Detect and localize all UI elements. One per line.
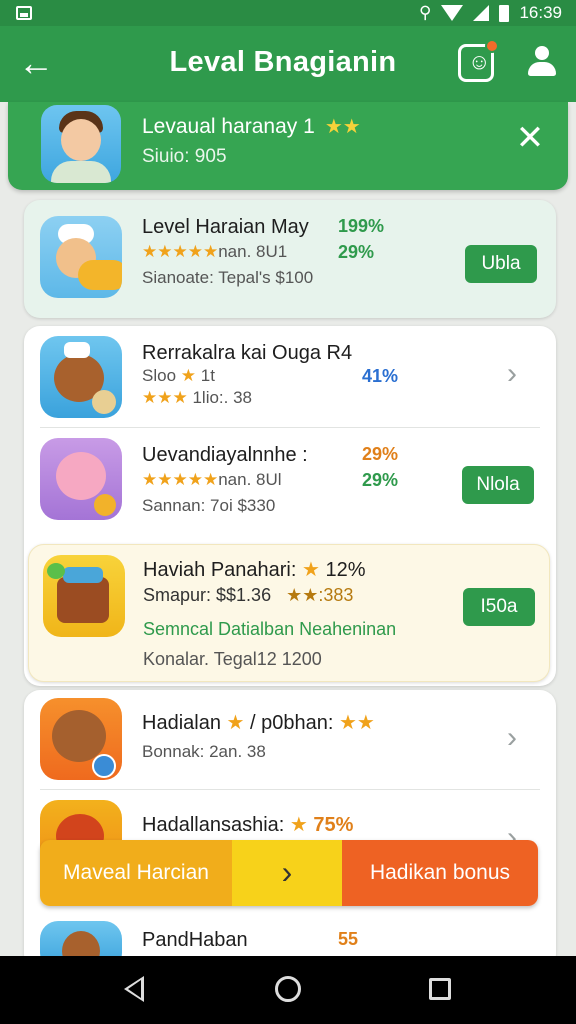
item-price-line: Smapur: $$1.36 ★★:383	[143, 585, 353, 606]
star-icon: ★★★★★	[142, 470, 219, 489]
star-icon: ★★★★★	[142, 242, 219, 261]
list-item[interactable]: Uevandiayalnnhe : 29% ★★★★★nan. 8Ul 29% …	[24, 430, 556, 540]
avatar	[41, 105, 121, 183]
rewards-icon[interactable]	[458, 39, 499, 82]
featured-card[interactable]: Level Haraian May 199% ★★★★★nan. 8U1 29%…	[24, 200, 556, 318]
list-item[interactable]: Rerrakalra kai Ouga R4 Sloo ★ 1t 41% ★★★…	[24, 326, 556, 430]
item-price-line: Sannan: 7oi $330	[142, 496, 276, 515]
item-title: Hadialan ★ / p0bhan: ★★	[142, 710, 375, 735]
highlight-action-button[interactable]: I50a	[463, 588, 535, 626]
item-subtitle: Bonnak: 2an. 38	[142, 742, 266, 761]
chevron-right-icon[interactable]: ›	[507, 723, 531, 754]
item-description: Semncal Datialban Neaheninan	[143, 619, 397, 639]
item-percent-secondary: 29%	[362, 470, 399, 490]
item-title: Haviah Panahari: ★ 12%	[143, 557, 366, 582]
divider	[40, 427, 540, 428]
item-rating-text: nan. 8U1	[218, 242, 288, 261]
nav-back-icon[interactable]	[124, 976, 144, 1002]
highlight-price-text: Smapur: $$1.36	[143, 585, 272, 605]
star-icon: ★	[180, 366, 197, 385]
notification-dot	[485, 39, 499, 53]
star-icon: ★★	[339, 712, 375, 734]
item-rating-text: nan. 8Ul	[218, 470, 282, 489]
item-percent: 41%	[362, 366, 399, 386]
bonus-button[interactable]: Hadikan bonus	[342, 840, 538, 906]
app-bar: ← Leval Bnagianin	[0, 26, 576, 102]
daily-level-button[interactable]: Maveal Harcian	[40, 840, 232, 906]
item-rating-line: ★★★ 1lio:. 38	[142, 388, 252, 408]
list-item[interactable]: Hadialan ★ / p0bhan: ★★ Bonnak: 2an. 38 …	[24, 690, 556, 790]
battery-icon	[499, 4, 510, 22]
item-title: Uevandiayalnnhe :	[142, 444, 308, 466]
item-title: PandHaban	[142, 929, 248, 951]
chevron-right-icon[interactable]: ›	[507, 359, 531, 390]
highlight-card[interactable]: Haviah Panahari: ★ 12% Smapur: $$1.36 ★★…	[28, 544, 550, 682]
image-notification-icon	[16, 6, 32, 20]
star-icon: ★	[226, 712, 245, 734]
highlight-title-text: Haviah Panahari:	[143, 559, 297, 581]
lunchbox-icon	[43, 555, 125, 637]
item-total-line: Konalar. Tegal12 1200	[143, 649, 322, 669]
item-title: Rerrakalra kai Ouga R4	[142, 342, 353, 364]
item-subtitle-suffix: 1t	[200, 366, 215, 385]
star-icon: ★★★	[142, 388, 188, 407]
star-icon: ★★	[324, 116, 361, 138]
item-title: Hadallansashia: ★ 75%	[142, 812, 353, 837]
featured-action-button[interactable]: Ubla	[465, 245, 537, 283]
list-item-title-suffix: / p0bhan:	[250, 712, 334, 734]
item-subtitle-text: Sloo	[142, 366, 177, 385]
star-icon: ★	[289, 814, 308, 836]
close-icon[interactable]: ✕	[513, 121, 547, 156]
bear-chef-icon	[40, 336, 122, 418]
bottom-action-bar: Maveal Harcian › Hadikan bonus	[40, 840, 538, 906]
user-level-label: Levaual haranay 1	[142, 115, 315, 138]
system-nav-bar	[0, 956, 576, 1024]
chevron-right-icon[interactable]: ›	[232, 840, 342, 906]
profile-icon[interactable]	[526, 46, 558, 80]
pig-icon	[40, 438, 122, 520]
highlight-percent: 12%	[325, 559, 366, 581]
item-percent: 55	[338, 929, 359, 949]
item-rating-line: ★★★★★nan. 8Ul	[142, 470, 282, 490]
sync-icon: ⚲	[419, 3, 432, 22]
item-percent: 75%	[313, 814, 354, 836]
star-icon: ★	[302, 559, 320, 581]
user-banner: Levaual haranay 1 ★★ Siuio: 905 ✕	[8, 102, 568, 190]
item-rating-line: ★★★★★nan. 8U1	[142, 242, 287, 262]
list-item-action-button[interactable]: Nlola	[462, 466, 534, 504]
user-level-text: Levaual haranay 1 ★★	[142, 114, 361, 139]
list-item-title-text: Hadialan	[142, 712, 221, 734]
nav-recents-icon[interactable]	[429, 978, 451, 1000]
chef-icon	[40, 216, 122, 298]
wifi-icon	[441, 5, 464, 21]
signal-icon	[473, 5, 490, 21]
status-bar: ⚲ 16:39	[0, 0, 576, 26]
item-percent: 199%	[338, 216, 385, 236]
status-time: 16:39	[519, 3, 562, 22]
item-rating-text: 1lio:. 38	[192, 388, 253, 407]
item-percent: 29%	[362, 444, 399, 464]
item-title: Level Haraian May	[142, 216, 309, 238]
highlight-price-suffix: ★★:383	[286, 585, 354, 605]
list-item-title-text: Hadallansashia:	[142, 814, 285, 836]
item-price-line: Sianoate: Tepal's $100	[142, 268, 314, 287]
user-score: Siuio: 905	[142, 146, 227, 167]
item-subtitle: Sloo ★ 1t	[142, 366, 215, 386]
bear-icon	[40, 698, 122, 780]
list-card-2: Hadialan ★ / p0bhan: ★★ Bonnak: 2an. 38 …	[24, 690, 556, 971]
item-percent-secondary: 29%	[338, 242, 375, 262]
nav-home-icon[interactable]	[275, 976, 301, 1002]
